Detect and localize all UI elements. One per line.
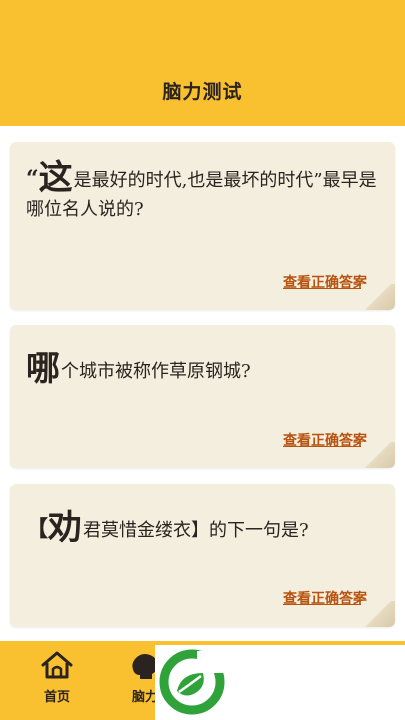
question-text-1: “这是最好的时代,也是最坏的时代”最早是哪位名人说的? (26, 161, 381, 224)
green-leaf-logo-icon (159, 649, 225, 715)
question-rest: 个城市被称作草原钢城? (61, 361, 251, 382)
open-quote: “ (26, 166, 39, 192)
question-text-2: 哪个城市被称作草原钢城? (26, 352, 381, 386)
home-icon (41, 651, 73, 679)
tab-bar-divider (0, 638, 405, 641)
view-answer-link-2[interactable]: 查看正确答案 (283, 430, 367, 450)
page-title: 脑力测试 (162, 81, 243, 103)
question-first-char: 哪 (26, 349, 60, 389)
page-curl-decoration (361, 442, 395, 468)
tab-home[interactable]: 首页 (27, 650, 87, 705)
open-bracket: 【 (26, 516, 49, 542)
overlay-logo-panel (155, 645, 405, 720)
question-text-3: 【劝君莫惜金缕衣】的下一句是? (26, 511, 381, 545)
question-rest: 是最好的时代,也是最坏的时代”最早是哪位名人说的? (26, 170, 377, 220)
app-header: 脑力测试 (0, 0, 405, 126)
question-card-2: 哪个城市被称作草原钢城? 查看正确答案 (10, 325, 395, 468)
view-answer-link-3[interactable]: 查看正确答案 (283, 588, 367, 608)
tab-home-label: 首页 (43, 690, 70, 705)
question-rest: 君莫惜金缕衣】的下一句是? (83, 520, 309, 541)
question-card-1: “这是最好的时代,也是最坏的时代”最早是哪位名人说的? 查看正确答案 (10, 142, 395, 310)
question-first-char: 劝 (48, 508, 83, 548)
page-curl-decoration (361, 601, 395, 627)
question-card-3: 【劝君莫惜金缕衣】的下一句是? 查看正确答案 (10, 484, 395, 627)
question-first-char: 这 (38, 158, 73, 198)
view-answer-link-1[interactable]: 查看正确答案 (283, 272, 367, 292)
page-curl-decoration (361, 284, 395, 310)
